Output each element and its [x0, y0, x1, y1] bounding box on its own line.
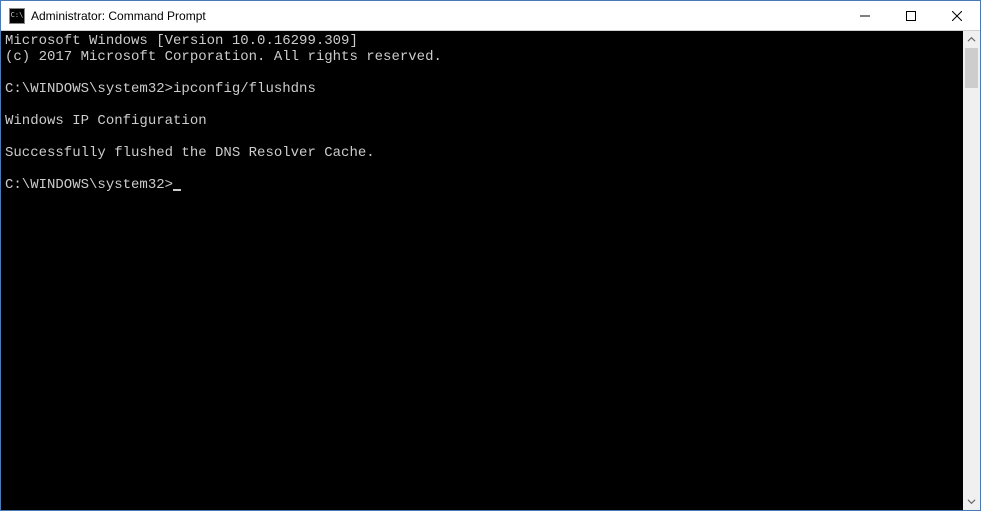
prompt-path: C:\WINDOWS\system32>: [5, 81, 173, 97]
titlebar[interactable]: C:\ Administrator: Command Prompt: [1, 1, 980, 31]
entered-command: ipconfig/flushdns: [173, 81, 316, 97]
scrollbar-track[interactable]: [963, 48, 980, 493]
window-title: Administrator: Command Prompt: [31, 9, 206, 23]
text-cursor: [173, 189, 181, 191]
close-button[interactable]: [934, 1, 980, 30]
cmd-icon: C:\: [9, 8, 25, 24]
window-controls: [842, 1, 980, 30]
chevron-down-icon: [967, 497, 976, 506]
chevron-up-icon: [967, 35, 976, 44]
maximize-button[interactable]: [888, 1, 934, 30]
console-output[interactable]: Microsoft Windows [Version 10.0.16299.30…: [1, 31, 963, 510]
copyright-line: (c) 2017 Microsoft Corporation. All righ…: [5, 49, 442, 65]
close-icon: [952, 11, 962, 21]
scrollbar-thumb[interactable]: [965, 48, 978, 88]
minimize-icon: [860, 11, 870, 21]
version-line: Microsoft Windows [Version 10.0.16299.30…: [5, 33, 358, 49]
client-area: Microsoft Windows [Version 10.0.16299.30…: [1, 31, 980, 510]
output-heading: Windows IP Configuration: [5, 113, 207, 129]
command-prompt-window: C:\ Administrator: Command Prompt Micros…: [0, 0, 981, 511]
vertical-scrollbar[interactable]: [963, 31, 980, 510]
prompt-path: C:\WINDOWS\system32>: [5, 177, 173, 193]
minimize-button[interactable]: [842, 1, 888, 30]
scroll-down-button[interactable]: [963, 493, 980, 510]
output-result: Successfully flushed the DNS Resolver Ca…: [5, 145, 375, 161]
scroll-up-button[interactable]: [963, 31, 980, 48]
maximize-icon: [906, 11, 916, 21]
